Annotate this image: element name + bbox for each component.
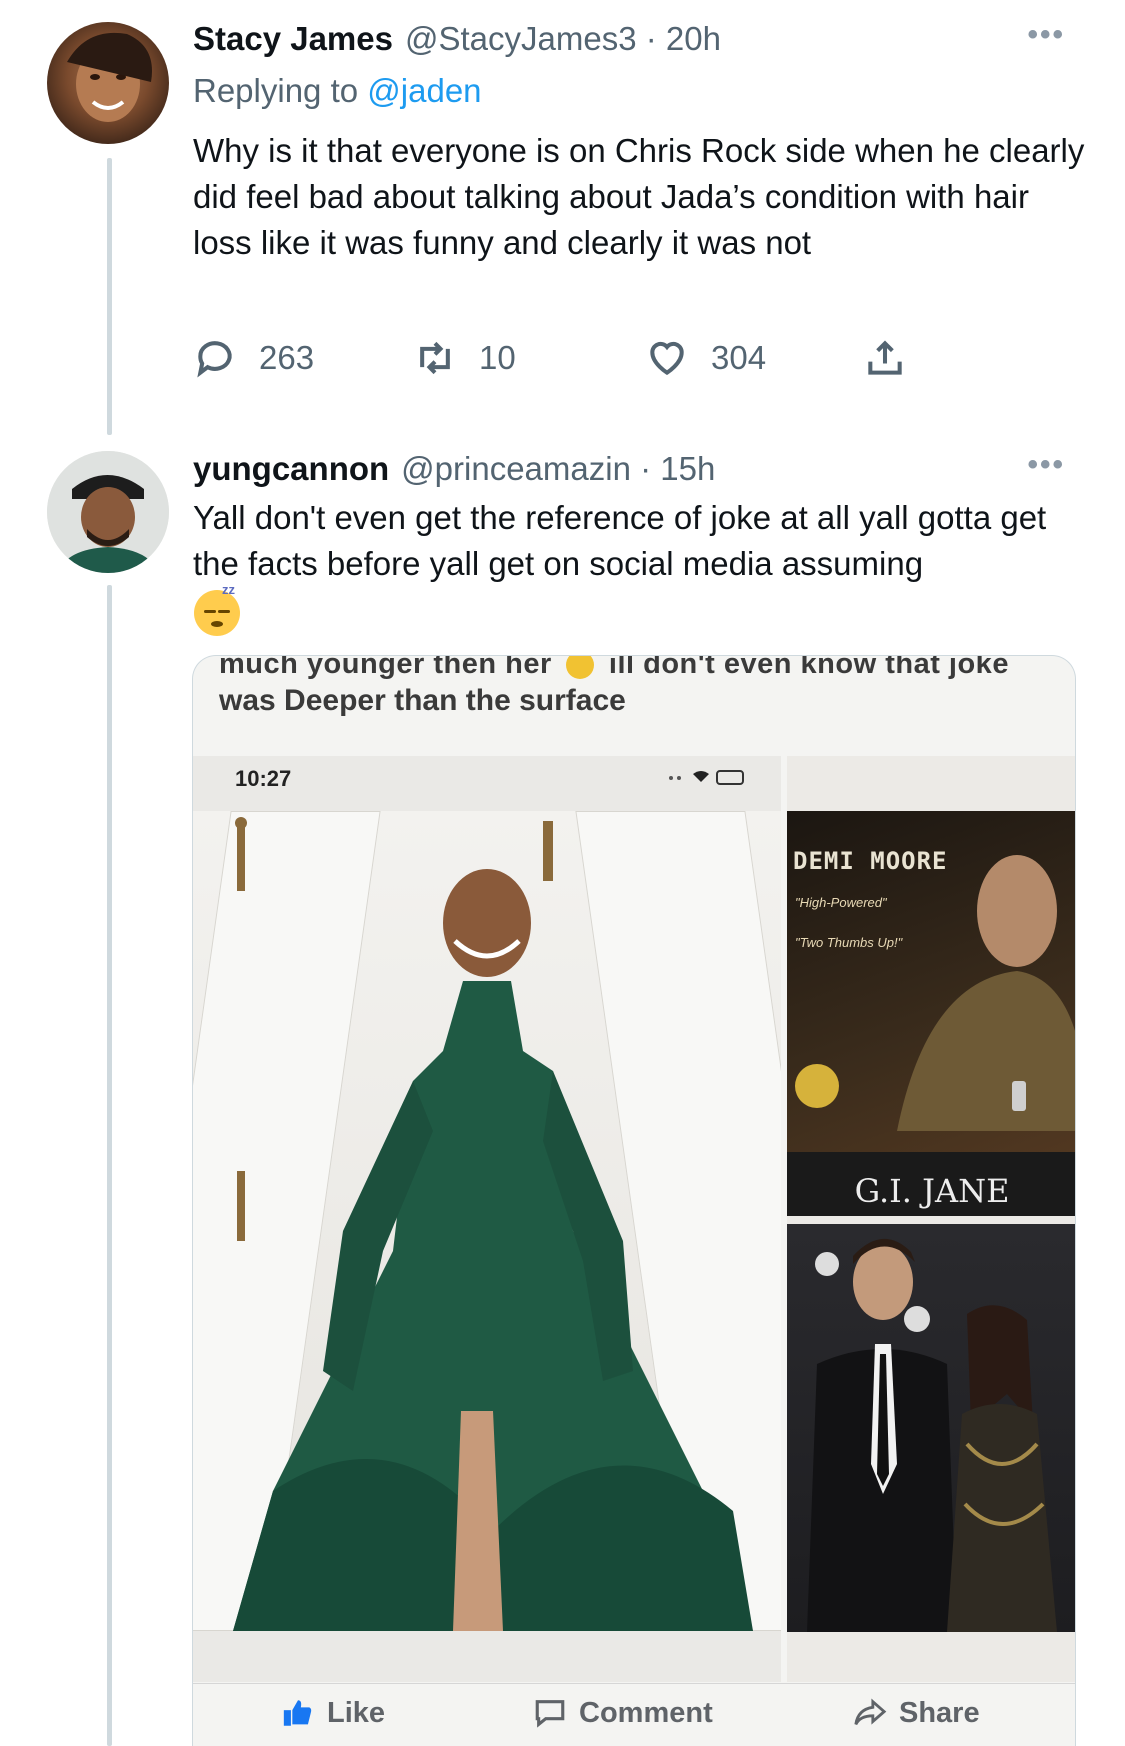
like-count: 304 [711,339,767,376]
couple-figures-icon [807,1238,1057,1632]
cropped-text-right: ill don't even know that joke [608,655,1009,680]
retweet-icon [420,341,450,375]
fb-share-label: Share [899,1696,980,1729]
emoji-eye [218,610,230,613]
tweet-actions: 263 10 304 [193,336,933,386]
retweet-count: 10 [479,339,516,376]
replying-to-label: Replying to [193,72,359,109]
status-icons [663,766,753,793]
share-arrow-icon [854,1698,887,1726]
tweet-text: Yall don't even get the reference of jok… [193,499,1047,582]
tweet-header: yungcannon @princeamazin · 15h [193,450,715,488]
tweet-text: Why is it that everyone is on Chris Rock… [193,132,1085,261]
green-gown-figure-icon [233,817,753,1631]
fb-like-button[interactable]: Like [281,1696,385,1730]
avatar[interactable] [47,22,169,144]
status-time: 10:27 [235,766,292,791]
movie-poster: DEMI MOORE "High-Powered" "Two Thumbs Up… [787,811,1075,1216]
left-screenshot: 10:27 [193,756,781,1682]
poster-movie-title: G.I. JANE [854,1172,1010,1210]
display-name[interactable]: yungcannon [193,450,389,488]
facebook-action-bar: Like Comment Share [193,1696,1075,1746]
mention-link[interactable]: @jaden [367,72,481,109]
replying-to: Replying to @jaden [193,72,482,110]
red-carpet-photo [193,811,781,1631]
share-icon [868,340,902,375]
post-divider [193,1683,1075,1684]
display-name[interactable]: Stacy James [193,20,393,58]
more-options-icon[interactable]: ••• [1027,448,1065,482]
tweet-header: Stacy James @StacyJames3 · 20h [193,20,721,58]
fb-comment-label: Comment [579,1696,713,1729]
thread-line-1 [107,158,112,435]
media-content: much younger then her ill don't even kno… [193,656,1075,1746]
post-caption: was Deeper than the surface [219,684,626,717]
fb-comment-button[interactable]: Comment [533,1696,713,1730]
retweet-button[interactable]: 10 [413,336,516,380]
avatar-face-icon [47,451,169,573]
laughing-face-icon [566,656,595,680]
battery-wifi-icon [669,770,744,785]
reply-button[interactable]: 263 [193,336,314,380]
comment-bubble-icon [535,1700,565,1728]
thread-line-2 [107,585,112,1746]
cropped-text-left: much younger then her [219,655,552,680]
emoji-eye [204,610,216,613]
cropped-text-line: much younger then her ill don't even kno… [219,655,1009,681]
handle-and-time[interactable]: @princeamazin · 15h [401,450,715,488]
zzz-icon: zz [222,582,235,597]
right-screenshot: DEMI MOORE "High-Powered" "Two Thumbs Up… [787,756,1075,1682]
reply-icon [197,341,232,378]
fb-share-button[interactable]: Share [853,1696,980,1730]
avatar-face-icon [67,32,152,122]
thumbs-up-icon [283,1700,312,1726]
handle-and-time[interactable]: @StacyJames3 · 20h [405,20,721,58]
tweet-media-image[interactable]: much younger then her ill don't even kno… [192,655,1076,1746]
more-options-icon[interactable]: ••• [1027,18,1065,52]
couple-photo [787,1224,1075,1632]
sleeping-face-icon: zz [194,582,240,636]
avatar[interactable] [47,451,169,573]
heart-icon [650,341,684,376]
like-button[interactable]: 304 [645,336,766,380]
reply-count: 263 [259,339,315,376]
share-button[interactable] [863,336,907,380]
emoji-mouth [211,621,223,627]
fb-like-label: Like [327,1696,386,1729]
